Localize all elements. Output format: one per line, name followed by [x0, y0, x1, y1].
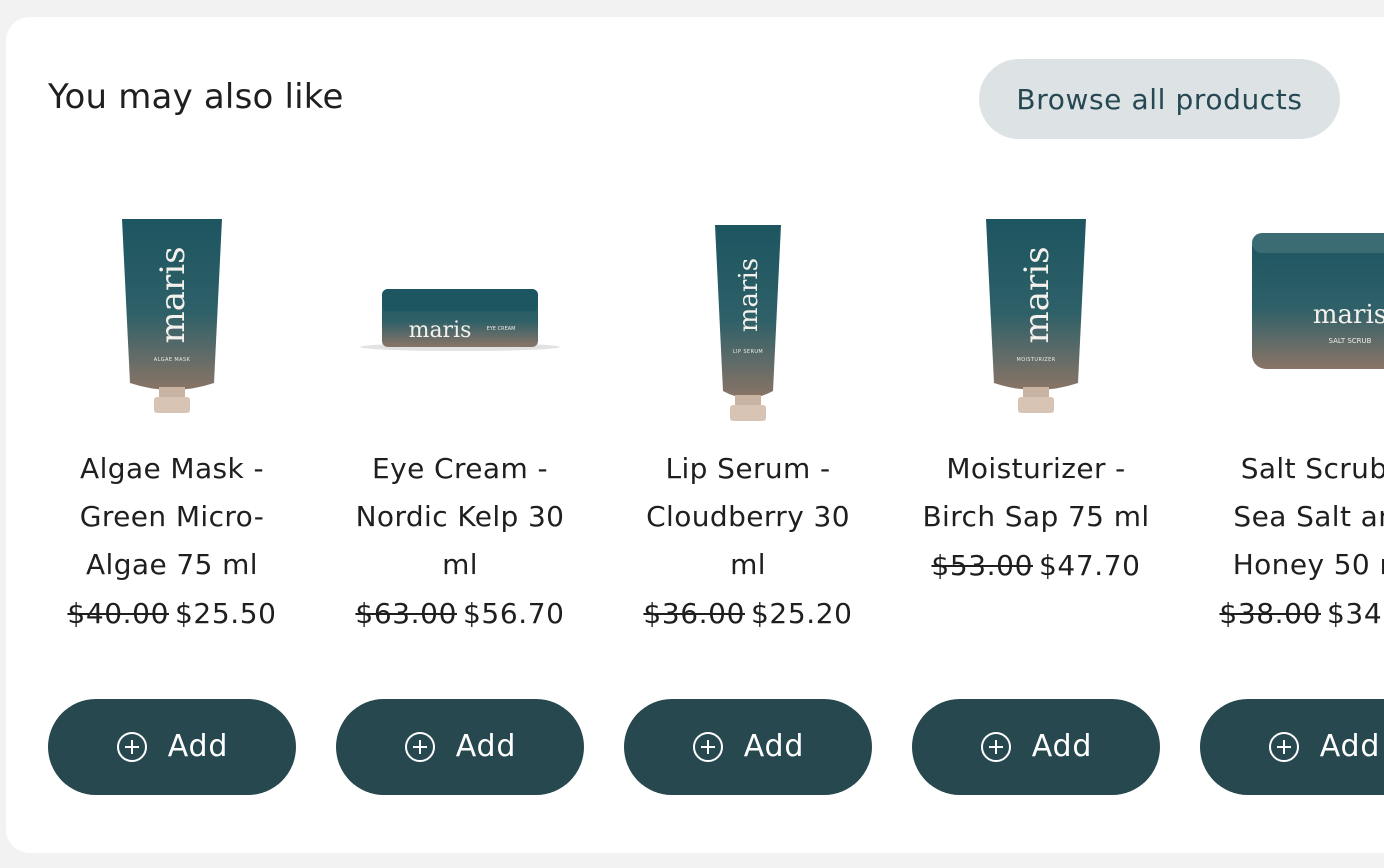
product-title-line: Lip Serum - [665, 452, 831, 485]
product-title-line: Salt Scrub - [1240, 452, 1384, 485]
product-image: maris MOISTURIZER [986, 219, 1086, 413]
add-to-cart-button[interactable]: Add [48, 699, 296, 795]
add-button-label: Add [1319, 729, 1381, 764]
product-title-line: Cloudberry 30 [646, 500, 850, 533]
product-title[interactable]: Salt Scrub - Sea Salt and Honey 50 ml [1200, 445, 1384, 589]
plus-circle-icon [980, 732, 1011, 762]
product-card[interactable]: maris EYE CREAM Eye Cream - Nordic Kelp 30 m… [336, 17, 584, 853]
product-title-line: Green Micro- [79, 500, 265, 533]
brand-wordmark: maris [409, 318, 472, 343]
product-title-line: Moisturizer - [946, 452, 1126, 485]
product-price: $53.00 $47.70 [912, 549, 1160, 582]
product-title[interactable]: Lip Serum - Cloudberry 30 ml [624, 445, 872, 589]
product-image: maris LIP SERUM [715, 225, 781, 421]
original-price: $63.00 [355, 597, 457, 630]
original-price: $53.00 [931, 549, 1033, 582]
add-to-cart-button[interactable]: Add [336, 699, 584, 795]
product-price: $40.00 $25.50 [48, 597, 296, 630]
product-image-frame[interactable]: maris MOISTURIZER [912, 187, 1160, 427]
plus-circle-icon [116, 732, 147, 762]
add-to-cart-button[interactable]: Add [624, 699, 872, 795]
product-image-frame[interactable]: maris SALT SCRUB [1200, 187, 1384, 427]
product-card[interactable]: maris MOISTURIZER Moisturizer - Birch Sap 7… [912, 17, 1160, 853]
plus-circle-icon [1268, 732, 1299, 762]
add-to-cart-button[interactable]: Add [912, 699, 1160, 795]
product-card[interactable]: maris ALGAE MASK Algae Mask - Green Micro- A… [48, 17, 296, 853]
sale-price: $25.20 [751, 597, 853, 630]
product-price: $38.00$34.20 [1200, 597, 1384, 630]
original-price: $40.00 [67, 597, 169, 630]
add-button-label: Add [1031, 729, 1093, 764]
product-image-frame[interactable]: maris LIP SERUM [624, 187, 872, 427]
pack-label: ALGAE MASK [154, 357, 191, 363]
brand-wordmark: maris [1017, 246, 1057, 343]
sale-price: $34.20 [1327, 597, 1384, 630]
brand-wordmark: maris [153, 246, 193, 343]
pack-label: MOISTURIZER [1016, 357, 1055, 363]
add-button-label: Add [455, 729, 517, 764]
product-title-line: Nordic Kelp 30 [355, 500, 565, 533]
add-button-label: Add [167, 729, 229, 764]
plus-circle-icon [692, 732, 723, 762]
product-title-line: ml [730, 548, 766, 581]
product-image-frame[interactable]: maris EYE CREAM [336, 187, 584, 427]
product-title-line: Algae 75 ml [86, 548, 258, 581]
sale-price: $56.70 [463, 597, 565, 630]
sale-price: $47.70 [1039, 549, 1141, 582]
brand-wordmark: maris [734, 258, 764, 332]
product-title[interactable]: Moisturizer - Birch Sap 75 ml [912, 445, 1160, 541]
product-image: maris SALT SCRUB [1252, 233, 1384, 369]
product-price: $63.00 $56.70 [336, 597, 584, 630]
original-price: $38.00 [1219, 597, 1321, 630]
pack-label: EYE CREAM [487, 326, 516, 332]
add-button-label: Add [743, 729, 805, 764]
product-title[interactable]: Algae Mask - Green Micro- Algae 75 ml [48, 445, 296, 589]
pack-label: SALT SCRUB [1329, 337, 1372, 345]
product-card[interactable]: maris SALT SCRUB Salt Scrub - Sea Salt and H… [1200, 17, 1384, 853]
brand-wordmark: maris [1313, 300, 1384, 330]
plus-circle-icon [404, 732, 435, 762]
product-image-frame[interactable]: maris ALGAE MASK [48, 187, 296, 427]
product-title-line: Sea Salt and [1233, 500, 1384, 533]
product-price: $36.00 $25.20 [624, 597, 872, 630]
product-image: maris EYE CREAM [360, 289, 560, 351]
product-title-line: Birch Sap 75 ml [922, 500, 1150, 533]
original-price: $36.00 [643, 597, 745, 630]
product-title-line: Honey 50 ml [1232, 548, 1384, 581]
product-title-line: Algae Mask - [80, 452, 264, 485]
sale-price: $25.50 [175, 597, 277, 630]
add-to-cart-button[interactable]: Add [1200, 699, 1384, 795]
product-image: maris ALGAE MASK [122, 219, 222, 413]
product-title-line: ml [442, 548, 478, 581]
product-card[interactable]: maris LIP SERUM Lip Serum - Cloudberry 30 ml… [624, 17, 872, 853]
pack-label: LIP SERUM [733, 349, 763, 355]
product-title[interactable]: Eye Cream - Nordic Kelp 30 ml [336, 445, 584, 589]
recommendations-section: You may also like Browse all products ma… [6, 17, 1384, 853]
product-title-line: Eye Cream - [372, 452, 548, 485]
